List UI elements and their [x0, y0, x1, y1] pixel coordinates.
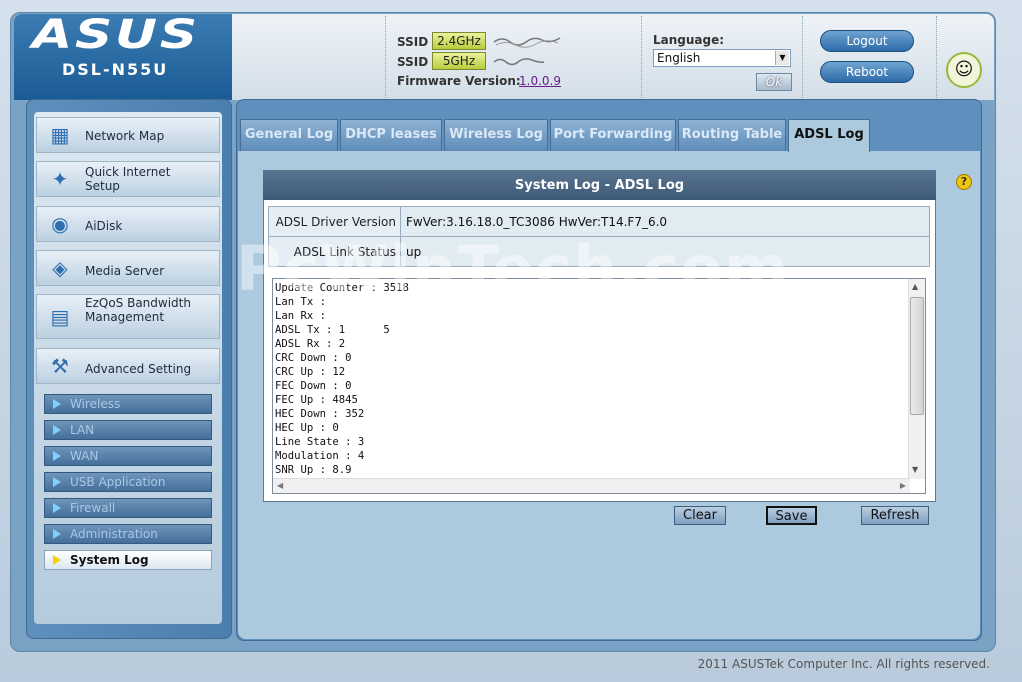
language-ok-button[interactable]: Ok	[756, 73, 792, 91]
row-value: up	[406, 245, 422, 259]
arrow-right-icon	[53, 555, 61, 565]
scroll-right-icon[interactable]: ▶	[900, 481, 906, 490]
horizontal-scrollbar[interactable]: ◀ ▶	[273, 478, 910, 493]
row-value: FwVer:3.16.18.0_TC3086 HwVer:T14.F7_6.0	[406, 215, 668, 229]
sidebar-subitem-firewall[interactable]: Firewall	[44, 498, 212, 518]
sidebar-subitem-system-log[interactable]: System Log	[44, 550, 212, 570]
header-divider	[385, 16, 386, 98]
chevron-down-icon[interactable]: ▼	[775, 51, 789, 65]
ssid-5-obscured	[493, 58, 545, 66]
footer-copyright: 2011 ASUSTek Computer Inc. All rights re…	[697, 657, 990, 671]
sidebar-subitem-wan[interactable]: WAN	[44, 446, 212, 466]
sidebar-subitem-label: Firewall	[70, 501, 116, 515]
tools-icon: ⚒	[51, 354, 69, 378]
row-label: ADSL Link Status	[269, 237, 401, 266]
scroll-up-icon[interactable]: ▲	[912, 282, 918, 291]
help-question-icon[interactable]: ?	[956, 174, 972, 190]
logout-button[interactable]: Logout	[820, 30, 914, 52]
disk-icon: ◉	[51, 212, 69, 236]
adsl-log-textarea[interactable]: Update Counter : 3518 Lan Tx : Lan Rx : …	[272, 278, 926, 494]
sidebar-item-media-server[interactable]: ◈ Media Server	[36, 250, 220, 286]
row-label: ADSL Driver Version	[269, 207, 401, 236]
vertical-scrollbar[interactable]: ▲ ▼	[908, 279, 925, 479]
sidebar-item-label: AiDisk	[85, 219, 123, 233]
sidebar-subitem-label: System Log	[70, 553, 149, 567]
firmware-label: Firmware Version:	[397, 74, 521, 88]
network-map-icon: ▦	[50, 123, 70, 147]
scroll-left-icon[interactable]: ◀	[277, 481, 283, 490]
help-mascot-icon[interactable]: ☺	[946, 52, 982, 88]
panel-title: System Log - ADSL Log	[263, 170, 936, 200]
sidebar-item-label: Advanced Setting	[85, 362, 192, 376]
ssid-24-obscured	[493, 37, 561, 48]
sidebar-subitem-lan[interactable]: LAN	[44, 420, 212, 440]
ssid-label-5: SSID	[397, 55, 429, 69]
table-row: ADSL Link Status up	[268, 236, 930, 267]
sidebar-item-label: Quick Internet Setup	[85, 165, 171, 193]
arrow-right-icon	[53, 425, 61, 435]
sidebar-subitem-label: Wireless	[70, 397, 121, 411]
sidebar-subitem-wireless[interactable]: Wireless	[44, 394, 212, 414]
arrow-right-icon	[53, 503, 61, 513]
sidebar-subitem-label: USB Application	[70, 475, 166, 489]
log-content: Update Counter : 3518 Lan Tx : Lan Rx : …	[275, 282, 409, 476]
band-5-badge: 5GHz	[432, 52, 486, 70]
ssid-label-24: SSID	[397, 35, 429, 49]
table-row: ADSL Driver Version FwVer:3.16.18.0_TC30…	[268, 206, 930, 237]
scroll-down-icon[interactable]: ▼	[912, 465, 918, 474]
save-button[interactable]: Save	[766, 506, 817, 525]
clear-button[interactable]: Clear	[674, 506, 726, 525]
asus-logo: ASUS	[32, 12, 200, 58]
arrow-right-icon	[53, 399, 61, 409]
sidebar-subitem-label: LAN	[70, 423, 95, 437]
tab-wireless-log[interactable]: Wireless Log	[444, 119, 548, 151]
sidebar-item-label: EzQoS Bandwidth Management	[85, 296, 191, 324]
header-divider	[936, 16, 937, 98]
tab-routing-table[interactable]: Routing Table	[678, 119, 786, 151]
model-name: DSL-N55U	[62, 60, 169, 79]
arrow-right-icon	[53, 477, 61, 487]
sidebar-item-quick-internet-setup[interactable]: ✦ Quick Internet Setup	[36, 161, 220, 197]
sidebar-item-label: Media Server	[85, 264, 165, 278]
scrollbar-thumb[interactable]	[910, 297, 924, 415]
sidebar-item-ezqos[interactable]: ▤ EzQoS Bandwidth Management	[36, 294, 220, 339]
sidebar-subitem-administration[interactable]: Administration	[44, 524, 212, 544]
sidebar-item-network-map[interactable]: ▦ Network Map	[36, 117, 220, 153]
sidebar-item-label: Network Map	[85, 129, 165, 143]
qos-icon: ▤	[50, 305, 70, 329]
sidebar-item-aidisk[interactable]: ◉ AiDisk	[36, 206, 220, 242]
sidebar-subitem-label: Administration	[70, 527, 158, 541]
band-24-badge: 2.4GHz	[432, 32, 486, 50]
magic-wand-icon: ✦	[51, 167, 69, 191]
arrow-right-icon	[53, 451, 61, 461]
tab-adsl-log[interactable]: ADSL Log	[788, 119, 870, 152]
language-value: English	[657, 51, 701, 65]
media-server-icon: ◈	[52, 256, 68, 280]
language-label: Language:	[653, 33, 725, 47]
refresh-button[interactable]: Refresh	[861, 506, 929, 525]
tab-port-forwarding[interactable]: Port Forwarding	[550, 119, 676, 151]
sidebar-subitem-usb-application[interactable]: USB Application	[44, 472, 212, 492]
header-divider	[641, 16, 642, 98]
arrow-right-icon	[53, 529, 61, 539]
sidebar-subitem-label: WAN	[70, 449, 99, 463]
language-select[interactable]: English ▼	[653, 49, 791, 67]
reboot-button[interactable]: Reboot	[820, 61, 914, 83]
header-divider	[802, 16, 803, 98]
tab-dhcp-leases[interactable]: DHCP leases	[340, 119, 442, 151]
firmware-version-link[interactable]: 1.0.0.9	[519, 74, 561, 88]
tab-general-log[interactable]: General Log	[240, 119, 338, 151]
sidebar-item-advanced-setting[interactable]: ⚒ Advanced Setting	[36, 348, 220, 384]
